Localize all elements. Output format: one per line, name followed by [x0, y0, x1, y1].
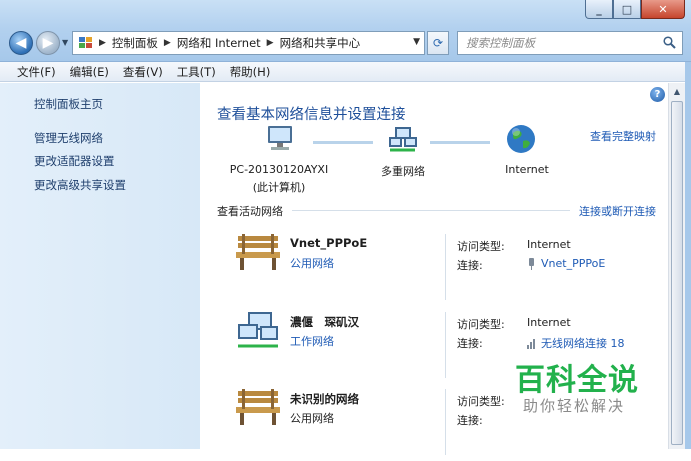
page-title: 查看基本网络信息并设置连接 — [217, 107, 406, 123]
map-computer-name: PC-20130120AYXI — [229, 163, 329, 176]
access-type-value: Internet — [527, 316, 571, 329]
watermark-title: 百科全说 — [515, 363, 639, 398]
breadcrumb-separator-icon[interactable]: ▶ — [99, 38, 106, 48]
menu-help[interactable]: 帮助(H) — [223, 64, 278, 80]
refresh-icon: ⟳ — [432, 36, 444, 50]
connection-label: 连接: — [457, 259, 483, 272]
column-divider — [445, 389, 446, 455]
watermark: 百科全说 助你轻松解决 — [505, 355, 665, 421]
search-placeholder: 搜索控制面板 — [466, 36, 535, 50]
forward-button[interactable]: ▶ — [36, 31, 60, 55]
map-network-label: 多重网络 — [381, 165, 425, 178]
breadcrumb-separator-icon[interactable]: ▶ — [267, 38, 274, 48]
sidebar-item-control-panel-home[interactable]: 控制面板主页 — [34, 96, 103, 112]
connection-name[interactable]: 无线网络连接 18 — [541, 335, 625, 351]
breadcrumb-control-panel[interactable]: 控制面板 — [112, 35, 158, 51]
internet-globe-icon[interactable] — [505, 123, 537, 155]
access-type-label: 访问类型: — [457, 318, 505, 331]
multiple-networks-icon[interactable] — [387, 125, 419, 153]
column-divider — [445, 234, 446, 300]
connect-disconnect-link[interactable]: 连接或断开连接 — [579, 203, 656, 219]
breadcrumb-network-sharing-center[interactable]: 网络和共享中心 — [280, 35, 361, 51]
back-button[interactable]: ◀ — [9, 31, 33, 55]
section-divider — [292, 210, 570, 211]
computer-icon — [268, 126, 292, 150]
menu-file[interactable]: 文件(F) — [10, 64, 63, 80]
network-category: 公用网络 — [290, 412, 334, 425]
window-titlebar: _ □ ✕ ◀ ▶ ▼ ▶ 控制面板 ▶ 网络和 Internet ▶ 网络和共… — [0, 0, 691, 62]
access-type-label: 访问类型: — [457, 240, 505, 253]
arrow-left-icon: ◀ — [15, 35, 27, 51]
column-divider — [445, 312, 446, 378]
scroll-up-arrow-icon[interactable]: ▲ — [669, 83, 685, 99]
work-network-icon[interactable] — [234, 308, 282, 352]
breadcrumb-network-internet[interactable]: 网络和 Internet — [177, 35, 261, 51]
control-panel-icon — [79, 37, 92, 48]
connection-label: 连接: — [457, 337, 483, 350]
access-type-label: 访问类型: — [457, 395, 505, 408]
map-connector-line — [313, 141, 373, 144]
breadcrumb-separator-icon[interactable]: ▶ — [164, 38, 171, 48]
network-entry: Vnet_PPPoE 公用网络 访问类型: Internet 连接: Vnet_… — [200, 228, 668, 306]
bench-icon[interactable] — [234, 230, 282, 274]
sidebar: 控制面板主页 管理无线网络 更改适配器设置 更改高级共享设置 — [0, 83, 200, 449]
maximize-button[interactable]: □ — [613, 0, 641, 19]
connection-link[interactable]: 无线网络连接 18 — [527, 335, 625, 351]
wireless-icon — [527, 339, 535, 349]
watermark-subtitle: 助你轻松解决 — [523, 397, 626, 415]
active-networks-heading: 查看活动网络 — [217, 205, 283, 218]
network-name: 未识别的网络 — [290, 392, 359, 406]
arrow-right-icon: ▶ — [42, 35, 54, 51]
connection-link[interactable]: Vnet_PPPoE — [527, 257, 605, 270]
refresh-button[interactable]: ⟳ — [427, 31, 449, 55]
help-icon[interactable]: ? — [650, 87, 665, 102]
network-category-link[interactable]: 公用网络 — [290, 255, 334, 271]
connection-name[interactable]: Vnet_PPPoE — [541, 257, 605, 270]
map-internet-label: Internet — [505, 163, 549, 176]
vertical-scrollbar[interactable]: ▲ — [668, 83, 685, 449]
search-icon[interactable] — [663, 36, 676, 49]
sidebar-item-adapter-settings[interactable]: 更改适配器设置 — [34, 153, 115, 169]
sidebar-item-advanced-sharing[interactable]: 更改高级共享设置 — [34, 177, 126, 193]
window-frame — [685, 62, 691, 449]
window-controls: _ □ ✕ — [585, 0, 685, 20]
close-button[interactable]: ✕ — [641, 0, 685, 19]
menu-bar: 文件(F) 编辑(E) 查看(V) 工具(T) 帮助(H) — [0, 62, 691, 82]
map-computer-sub: (此计算机) — [252, 181, 306, 194]
minimize-button[interactable]: _ — [585, 0, 613, 19]
connection-label: 连接: — [457, 414, 483, 427]
network-name: 濃偃 琛矶汉 — [290, 315, 359, 329]
bench-icon[interactable] — [234, 385, 282, 429]
sidebar-item-manage-wireless[interactable]: 管理无线网络 — [34, 130, 103, 146]
network-name: Vnet_PPPoE — [290, 236, 368, 250]
map-connector-line — [430, 141, 490, 144]
scroll-thumb[interactable] — [671, 101, 683, 445]
address-bar[interactable]: ▶ 控制面板 ▶ 网络和 Internet ▶ 网络和共享中心 ▼ — [72, 31, 425, 55]
dialup-icon — [529, 257, 534, 270]
menu-view[interactable]: 查看(V) — [116, 64, 170, 80]
menu-edit[interactable]: 编辑(E) — [63, 64, 116, 80]
search-input[interactable]: 搜索控制面板 — [457, 31, 683, 55]
view-full-map-link[interactable]: 查看完整映射 — [590, 128, 656, 144]
access-type-value: Internet — [527, 238, 571, 251]
menu-tools[interactable]: 工具(T) — [170, 64, 223, 80]
address-dropdown-icon[interactable]: ▼ — [413, 37, 420, 47]
network-category-link[interactable]: 工作网络 — [290, 333, 334, 349]
recent-pages-dropdown[interactable]: ▼ — [62, 38, 68, 47]
